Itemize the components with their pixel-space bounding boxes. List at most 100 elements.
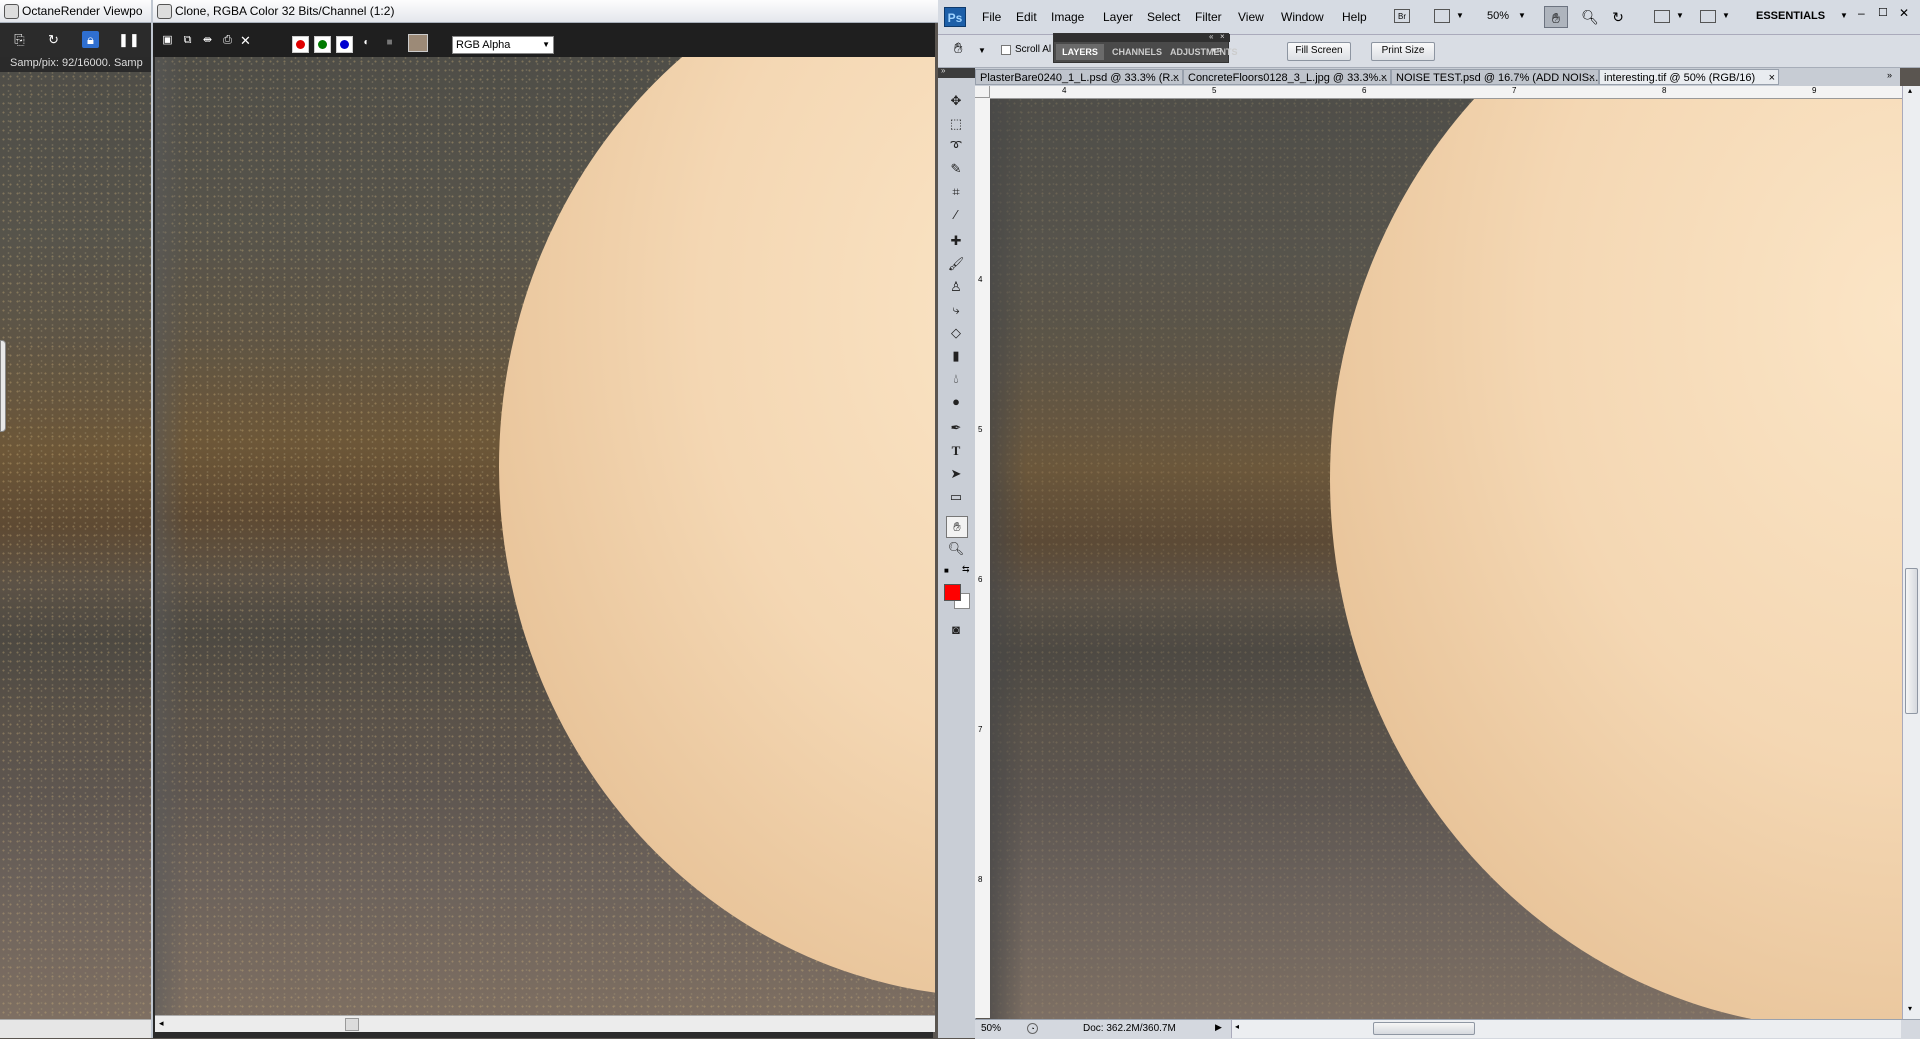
status-doc-size: Doc: 362.2M/360.7M — [1083, 1023, 1176, 1034]
history-brush-tool-icon[interactable]: ⤷ — [946, 300, 966, 320]
bridge-icon[interactable]: Br — [1394, 9, 1410, 23]
foreground-color-swatch[interactable] — [944, 584, 961, 601]
zoom-tool-icon[interactable]: 🔍︎ — [1580, 6, 1600, 28]
gradient-tool-icon[interactable]: ▮ — [946, 346, 966, 366]
menu-select[interactable]: Select — [1147, 10, 1180, 24]
mono-toggle-icon[interactable]: ◐ — [358, 34, 375, 51]
doc-tab-noise-test[interactable]: NOISE TEST.psd @ 16.7% (ADD NOIS... × — [1391, 69, 1599, 85]
pen-tool-icon[interactable]: ✒︎ — [946, 418, 966, 438]
channel-select[interactable]: RGB Alpha ▼ — [452, 36, 554, 54]
brush-tool-icon[interactable]: 🖌︎ — [946, 254, 966, 274]
green-channel-toggle[interactable] — [314, 36, 331, 53]
close-tab-icon[interactable]: × — [1589, 70, 1595, 84]
save-icon[interactable]: ▣ — [159, 32, 176, 49]
clear-icon[interactable]: ✕ — [237, 32, 254, 49]
clone-hscroll-thumb[interactable] — [345, 1018, 359, 1031]
copy-icon[interactable]: ⧉ — [179, 32, 196, 49]
status-menu-icon[interactable]: ▶ — [1215, 1022, 1222, 1033]
fill-screen-button[interactable]: Fill Screen — [1287, 42, 1351, 61]
tab-adjustments[interactable]: ADJUSTMENTS — [1170, 44, 1246, 60]
doc-tab-concrete[interactable]: ConcreteFloors0128_3_L.jpg @ 33.3%... × — [1183, 69, 1391, 85]
clone-frame-icon[interactable]: ⇼ — [199, 32, 216, 49]
tools-collapse-icon[interactable]: » — [941, 66, 945, 75]
hand-tool-preset-icon[interactable]: ✋︎ — [954, 40, 963, 57]
rotate-view-icon[interactable]: ↻ — [1608, 6, 1628, 28]
color-swatch[interactable] — [408, 34, 428, 52]
tab-layers[interactable]: LAYERS — [1056, 44, 1104, 60]
chevron-down-icon: ▼ — [542, 40, 550, 49]
print-icon[interactable]: ⎙ — [219, 32, 236, 49]
panel-close-icon[interactable]: × — [1220, 32, 1225, 41]
octane-side-handle[interactable] — [0, 340, 6, 432]
zoom-tool-panel-icon[interactable]: 🔍︎ — [946, 539, 966, 559]
default-colors-icon[interactable]: ■ — [944, 566, 949, 575]
panel-menu-icon[interactable]: ▾≡ — [1212, 45, 1222, 56]
menu-image[interactable]: Image — [1051, 10, 1084, 24]
status-info-icon[interactable]: ◔ — [1027, 1023, 1038, 1034]
zoom-level-menu[interactable]: 50% — [1487, 10, 1509, 22]
menu-layer[interactable]: Layer — [1103, 10, 1133, 24]
scroll-up-icon[interactable]: ▴ — [1908, 86, 1912, 95]
path-select-tool-icon[interactable]: ➤ — [946, 464, 966, 484]
ps-hscrollbar[interactable]: ◂ — [1231, 1020, 1901, 1038]
type-tool-icon[interactable]: T — [946, 441, 966, 461]
swap-colors-icon[interactable]: ⇆ — [962, 564, 970, 575]
menu-edit[interactable]: Edit — [1016, 10, 1037, 24]
maximize-icon[interactable]: ☐ — [1878, 6, 1888, 19]
eyedropper-tool-icon[interactable]: ⁄ — [946, 205, 966, 225]
lock-icon[interactable]: 🔒︎ — [82, 31, 99, 48]
ps-vscroll-thumb[interactable] — [1905, 568, 1918, 714]
tabs-overflow-icon[interactable]: » — [1887, 70, 1892, 80]
blue-channel-toggle[interactable] — [336, 36, 353, 53]
close-tab-icon[interactable]: × — [1173, 70, 1179, 84]
scroll-all-checkbox[interactable] — [1001, 45, 1011, 55]
panel-collapse-icon[interactable]: « — [1209, 32, 1213, 41]
menu-help[interactable]: Help — [1342, 10, 1367, 24]
status-zoom[interactable]: 50% — [981, 1023, 1001, 1034]
alpha-toggle-icon[interactable]: ■ — [381, 34, 398, 51]
doc-tab-plaster[interactable]: PlasterBare0240_1_L.psd @ 33.3% (R... × — [975, 69, 1183, 85]
dodge-tool-icon[interactable]: ● — [946, 392, 966, 412]
view-extras-icon[interactable] — [1434, 9, 1450, 23]
marquee-tool-icon[interactable]: ⬚ — [946, 114, 966, 134]
ps-hscroll-thumb[interactable] — [1373, 1022, 1475, 1035]
menu-window[interactable]: Window — [1281, 10, 1324, 24]
restart-render-icon[interactable]: ↻ — [45, 31, 62, 48]
save-render-icon[interactable]: ⎘ — [11, 31, 28, 48]
hand-tool-active-icon[interactable]: ✋︎ — [946, 516, 968, 538]
menu-filter[interactable]: Filter — [1195, 10, 1222, 24]
crop-tool-icon[interactable]: ⌗ — [946, 182, 966, 202]
menu-view[interactable]: View — [1238, 10, 1264, 24]
close-icon[interactable]: ✕ — [1899, 6, 1909, 20]
healing-brush-tool-icon[interactable]: ✚ — [946, 231, 966, 251]
scroll-left-icon[interactable]: ◂ — [159, 1018, 164, 1029]
close-tab-icon[interactable]: × — [1769, 70, 1775, 84]
quick-mask-icon[interactable]: ◙ — [946, 620, 966, 640]
close-tab-icon[interactable]: × — [1381, 70, 1387, 84]
quick-select-tool-icon[interactable]: ✎ — [946, 159, 966, 179]
pause-icon[interactable]: ❚❚ — [118, 31, 140, 48]
ps-vscrollbar[interactable]: ▴ ▾ — [1902, 86, 1920, 1019]
minimize-icon[interactable]: – — [1858, 6, 1865, 20]
clone-hscrollbar[interactable]: ◂ — [155, 1015, 935, 1032]
arrange-docs-icon[interactable] — [1654, 10, 1670, 23]
hand-tool-icon[interactable]: ✋︎ — [1544, 6, 1568, 28]
scroll-left-icon[interactable]: ◂ — [1235, 1022, 1239, 1031]
print-size-button[interactable]: Print Size — [1371, 42, 1435, 61]
lasso-tool-icon[interactable]: ➰︎ — [946, 136, 966, 156]
clone-stamp-tool-icon[interactable]: ♙ — [946, 277, 966, 297]
shape-tool-icon[interactable]: ▭ — [946, 487, 966, 507]
eraser-tool-icon[interactable]: ◇ — [946, 323, 966, 343]
octane-hscrollbar[interactable] — [0, 1019, 155, 1038]
clone-title-bar[interactable]: Clone, RGBA Color 32 Bits/Channel (1:2) — [153, 0, 957, 23]
move-tool-icon[interactable]: ✥ — [946, 91, 966, 111]
menu-file[interactable]: File — [982, 10, 1001, 24]
doc-tab-interesting[interactable]: interesting.tif @ 50% (RGB/16) × — [1599, 69, 1779, 85]
screen-mode-icon[interactable] — [1700, 10, 1716, 23]
ps-canvas[interactable] — [990, 99, 1902, 1019]
red-channel-toggle[interactable] — [292, 36, 309, 53]
tab-channels[interactable]: CHANNELS — [1106, 44, 1168, 60]
workspace-switcher[interactable]: ESSENTIALS — [1756, 10, 1825, 22]
scroll-down-icon[interactable]: ▾ — [1908, 1004, 1912, 1013]
blur-tool-icon[interactable]: 💧︎ — [946, 369, 966, 389]
